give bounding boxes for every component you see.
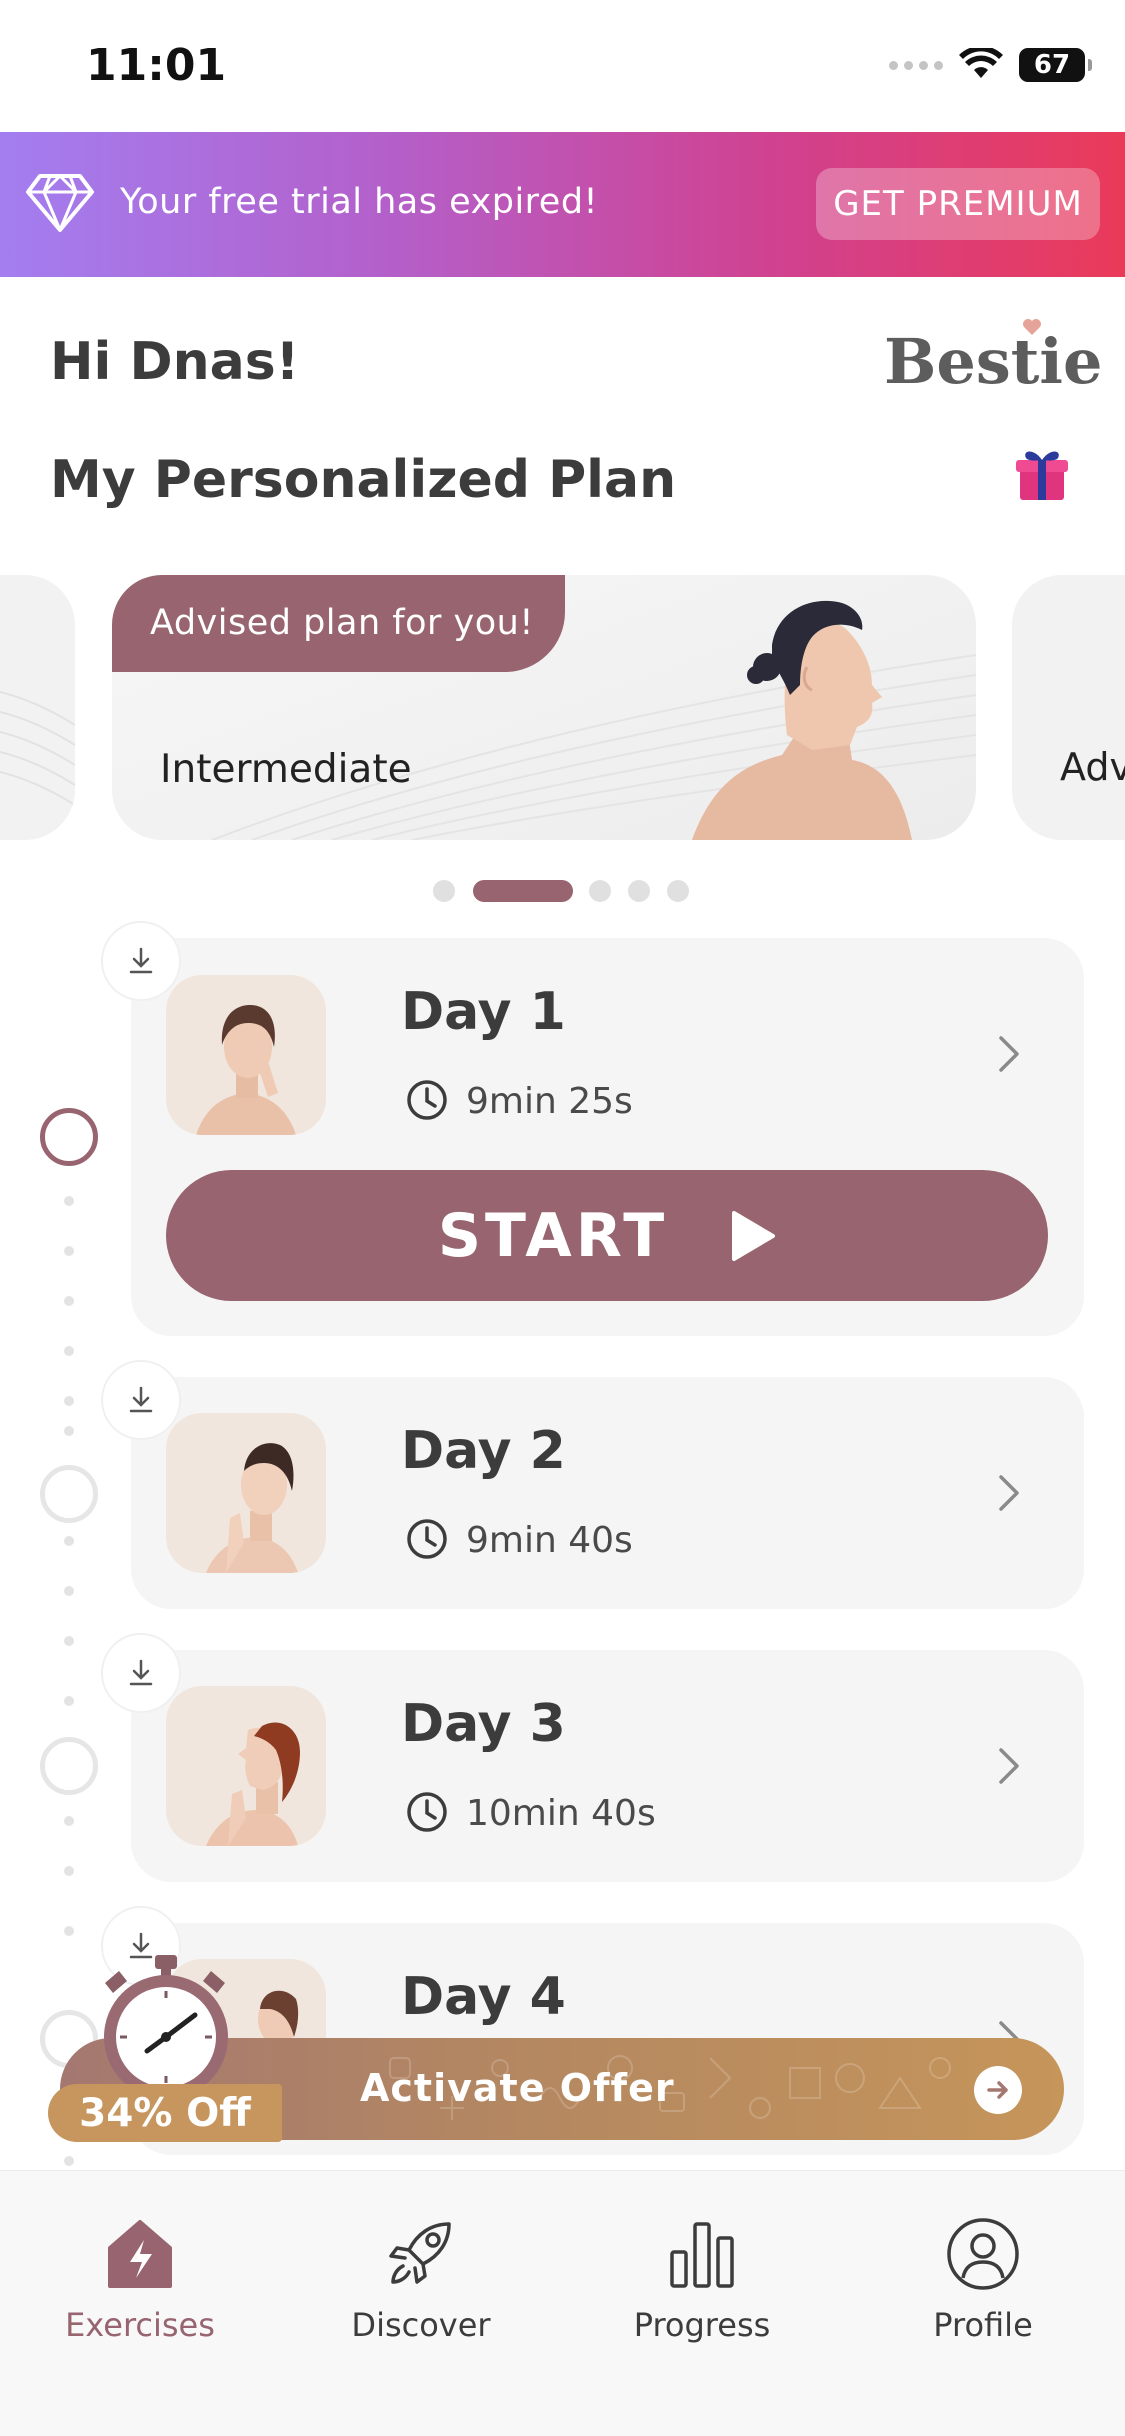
get-premium-button[interactable]: GET PREMIUM bbox=[816, 168, 1100, 240]
day-1-status-circle bbox=[40, 1108, 98, 1166]
stopwatch-icon bbox=[104, 1955, 228, 2099]
day-card[interactable]: Day 2 9min 40s bbox=[131, 1377, 1084, 1609]
day-3-duration: 10min 40s bbox=[466, 1793, 656, 1834]
discount-badge: 34% Off bbox=[48, 2084, 282, 2142]
day-card[interactable]: Day 3 10min 40s bbox=[131, 1650, 1084, 1882]
day-3-status-circle bbox=[40, 1737, 98, 1795]
start-label: START bbox=[437, 1200, 669, 1271]
bottom-tab-bar: Exercises Discover Progress Profile bbox=[0, 2170, 1125, 2436]
plan-card-previous[interactable] bbox=[0, 575, 75, 840]
tab-discover[interactable]: Discover bbox=[311, 2216, 531, 2356]
chevron-right-icon[interactable] bbox=[997, 1746, 1021, 1786]
trial-expired-banner: Your free trial has expired! GET PREMIUM bbox=[0, 132, 1125, 277]
wifi-icon bbox=[959, 48, 1003, 78]
page-dot-active[interactable] bbox=[473, 880, 573, 902]
tab-profile[interactable]: Profile bbox=[873, 2216, 1093, 2356]
greeting: Hi Dnas! bbox=[50, 332, 300, 392]
rocket-icon bbox=[389, 2222, 451, 2284]
tab-exercises[interactable]: Exercises bbox=[30, 2216, 250, 2356]
status-indicators: 67 bbox=[889, 48, 1092, 82]
day-1-thumbnail bbox=[166, 975, 326, 1135]
download-icon[interactable] bbox=[101, 921, 181, 1001]
day-2-title: Day 2 bbox=[401, 1421, 566, 1481]
tab-progress[interactable]: Progress bbox=[592, 2216, 812, 2356]
exercises-house-icon bbox=[108, 2220, 172, 2288]
plan-carousel[interactable]: Advised plan for you! Intermediate Adv bbox=[0, 575, 1125, 840]
day-2-status-circle bbox=[40, 1465, 98, 1523]
profile-icon bbox=[947, 2218, 1019, 2290]
download-icon[interactable] bbox=[101, 1360, 181, 1440]
heart-icon bbox=[1023, 319, 1041, 335]
day-4-title: Day 4 bbox=[401, 1967, 566, 2027]
chevron-right-icon[interactable] bbox=[997, 1034, 1021, 1074]
tab-exercises-label: Exercises bbox=[65, 2306, 215, 2344]
brand-logo: Bestie bbox=[884, 325, 1103, 398]
clock-icon bbox=[407, 1080, 447, 1120]
plan-level-label: Intermediate bbox=[160, 747, 412, 792]
day-1-duration: 9min 25s bbox=[466, 1081, 633, 1122]
day-2-thumbnail bbox=[166, 1413, 326, 1573]
chevron-right-icon[interactable] bbox=[997, 1473, 1021, 1513]
day-2-duration: 9min 40s bbox=[466, 1520, 633, 1561]
diamond-icon bbox=[26, 174, 94, 232]
clock-icon bbox=[407, 1792, 447, 1832]
tab-progress-label: Progress bbox=[633, 2306, 771, 2344]
status-time: 11:01 bbox=[86, 40, 227, 91]
day-3-thumbnail bbox=[166, 1686, 326, 1846]
page-dot[interactable] bbox=[589, 880, 611, 902]
page-dot[interactable] bbox=[433, 880, 455, 902]
activate-offer-label: Activate Offer bbox=[360, 2066, 675, 2110]
day-3-title: Day 3 bbox=[401, 1694, 566, 1754]
page-dot[interactable] bbox=[628, 880, 650, 902]
status-bar: 11:01 67 bbox=[0, 0, 1125, 132]
battery-icon: 67 bbox=[1019, 48, 1092, 82]
day-1-title: Day 1 bbox=[401, 982, 566, 1042]
bar-chart-icon bbox=[670, 2222, 734, 2288]
trial-message: Your free trial has expired! bbox=[120, 182, 599, 222]
carousel-page-indicator bbox=[0, 878, 1125, 904]
page-dot[interactable] bbox=[667, 880, 689, 902]
plan-card-next[interactable]: Adv bbox=[1012, 575, 1125, 840]
play-icon bbox=[732, 1210, 776, 1261]
tab-profile-label: Profile bbox=[933, 2306, 1033, 2344]
plan-level-label-next: Adv bbox=[1060, 745, 1125, 789]
start-button[interactable]: START bbox=[166, 1170, 1048, 1301]
download-icon[interactable] bbox=[101, 1633, 181, 1713]
plan-model-photo bbox=[692, 600, 912, 840]
advised-plan-tag: Advised plan for you! bbox=[112, 575, 565, 672]
clock-icon bbox=[407, 1519, 447, 1559]
tab-discover-label: Discover bbox=[351, 2306, 491, 2344]
gift-icon[interactable] bbox=[1012, 446, 1072, 502]
cellular-signal-icon bbox=[889, 60, 943, 70]
plan-title: My Personalized Plan bbox=[50, 450, 677, 510]
arrow-right-icon bbox=[974, 2066, 1022, 2114]
plan-card-intermediate[interactable]: Advised plan for you! Intermediate bbox=[112, 575, 976, 840]
